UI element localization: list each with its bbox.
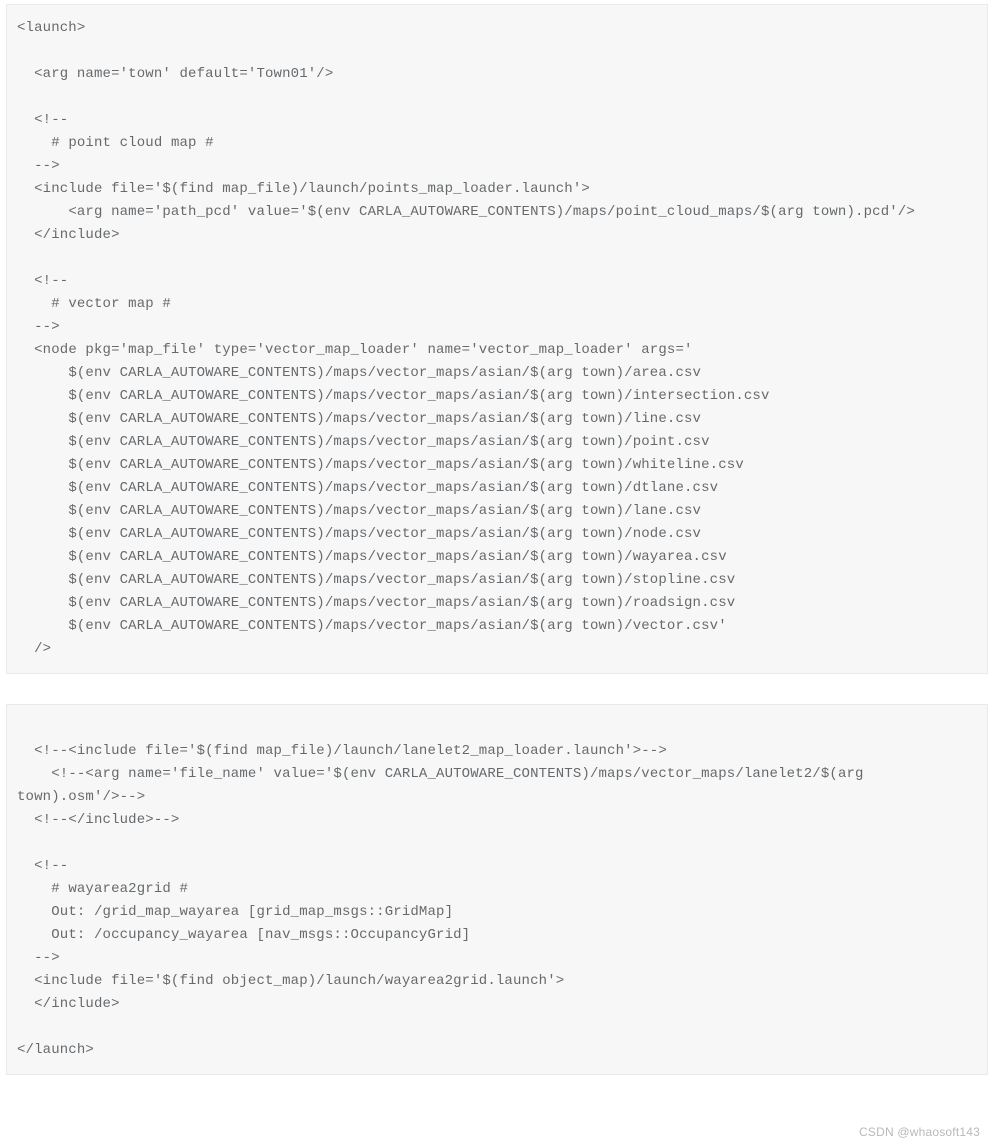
code-block-1: <launch> <arg name='town' default='Town0… [6, 4, 988, 674]
code-block-2: <!--<include file='$(find map_file)/laun… [6, 704, 988, 1075]
watermark: CSDN @whaosoft143 [859, 1125, 980, 1139]
code-text-1: <launch> <arg name='town' default='Town0… [17, 17, 977, 661]
code-text-2: <!--<include file='$(find map_file)/laun… [17, 717, 977, 1062]
